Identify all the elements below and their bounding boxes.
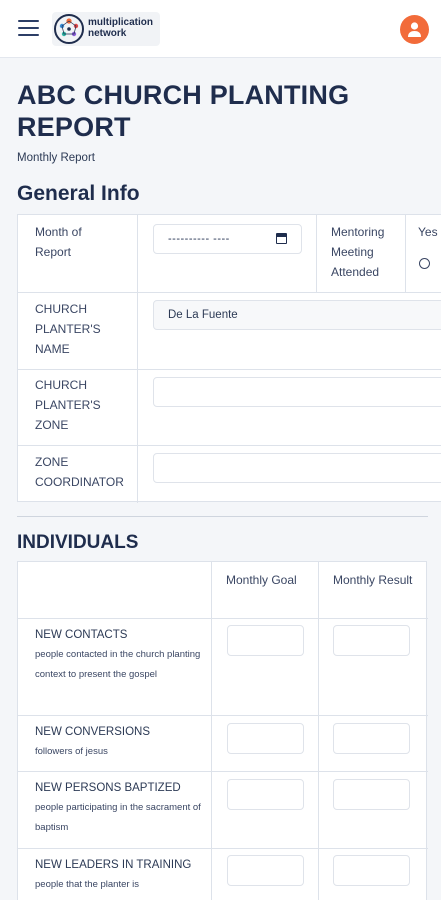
main-content: ABC CHURCH PLANTING REPORT Monthly Repor… (0, 59, 441, 900)
section-divider (17, 516, 428, 517)
row-description: people that the planter is (35, 879, 140, 890)
logo-text-line1: multiplication (88, 17, 153, 28)
new-contacts-result-input[interactable] (333, 625, 410, 656)
individual-row: NEW LEADERS IN TRAINING people that the … (35, 855, 205, 895)
individual-row: NEW PERSONS BAPTIZED people participatin… (35, 778, 205, 838)
month-of-report-label: Month of Report (35, 225, 82, 259)
logo[interactable]: multiplication network (52, 12, 160, 46)
new-conversions-goal-input[interactable] (227, 723, 304, 754)
month-of-report-input[interactable]: ---------- ---- (153, 224, 302, 254)
general-info-heading: General Info (17, 182, 140, 205)
planter-name-field[interactable]: De La Fuente (153, 300, 441, 330)
row-title: NEW CONVERSIONS (35, 726, 151, 738)
zone-coordinator-field[interactable] (153, 453, 441, 483)
month-of-report-value: ---------- ---- (168, 233, 230, 245)
mentoring-yes-label: Yes (418, 225, 438, 239)
individuals-table: Monthly Goal Monthly Result NEW CONTACTS… (17, 561, 428, 900)
planter-zone-field[interactable] (153, 377, 441, 407)
new-baptized-result-input[interactable] (333, 779, 410, 810)
row-description: people contacted in the church planting … (35, 649, 201, 680)
top-bar: multiplication network (0, 0, 441, 58)
logo-text: multiplication network (88, 17, 153, 39)
new-conversions-result-input[interactable] (333, 723, 410, 754)
new-leaders-goal-input[interactable] (227, 855, 304, 886)
logo-mark-icon (54, 14, 84, 44)
planter-name-label: CHURCH PLANTER'S NAME (35, 302, 101, 356)
new-leaders-result-input[interactable] (333, 855, 410, 886)
individual-row: NEW CONVERSIONS followers of jesus (35, 722, 205, 762)
monthly-result-header: Monthly Result (333, 573, 413, 587)
mentoring-yes-radio[interactable] (419, 258, 430, 269)
row-title: NEW PERSONS BAPTIZED (35, 782, 181, 794)
monthly-goal-header: Monthly Goal (226, 573, 297, 587)
avatar[interactable] (400, 15, 429, 44)
planter-zone-label: CHURCH PLANTER'S ZONE (35, 378, 101, 432)
logo-text-line2: network (88, 28, 127, 39)
hamburger-menu-icon[interactable] (18, 20, 39, 36)
row-description: followers of jesus (35, 746, 108, 757)
mentoring-meeting-label: Mentoring Meeting Attended (331, 225, 385, 279)
zone-coordinator-label: ZONE COORDINATOR (35, 455, 124, 489)
general-info-table: Month of Report ---------- ---- Mentorin… (17, 214, 441, 503)
new-baptized-goal-input[interactable] (227, 779, 304, 810)
individuals-heading: INDIVIDUALS (17, 532, 139, 553)
calendar-icon[interactable] (275, 233, 287, 244)
new-contacts-goal-input[interactable] (227, 625, 304, 656)
row-title: NEW CONTACTS (35, 629, 128, 641)
row-description: people participating in the sacrament of… (35, 802, 201, 833)
row-title: NEW LEADERS IN TRAINING (35, 859, 192, 871)
planter-name-value: De La Fuente (168, 309, 238, 321)
page-subtitle: Monthly Report (17, 152, 95, 164)
individual-row: NEW CONTACTS people contacted in the chu… (35, 625, 205, 685)
page-title: ABC CHURCH PLANTING REPORT (17, 80, 350, 142)
user-icon (408, 22, 421, 37)
